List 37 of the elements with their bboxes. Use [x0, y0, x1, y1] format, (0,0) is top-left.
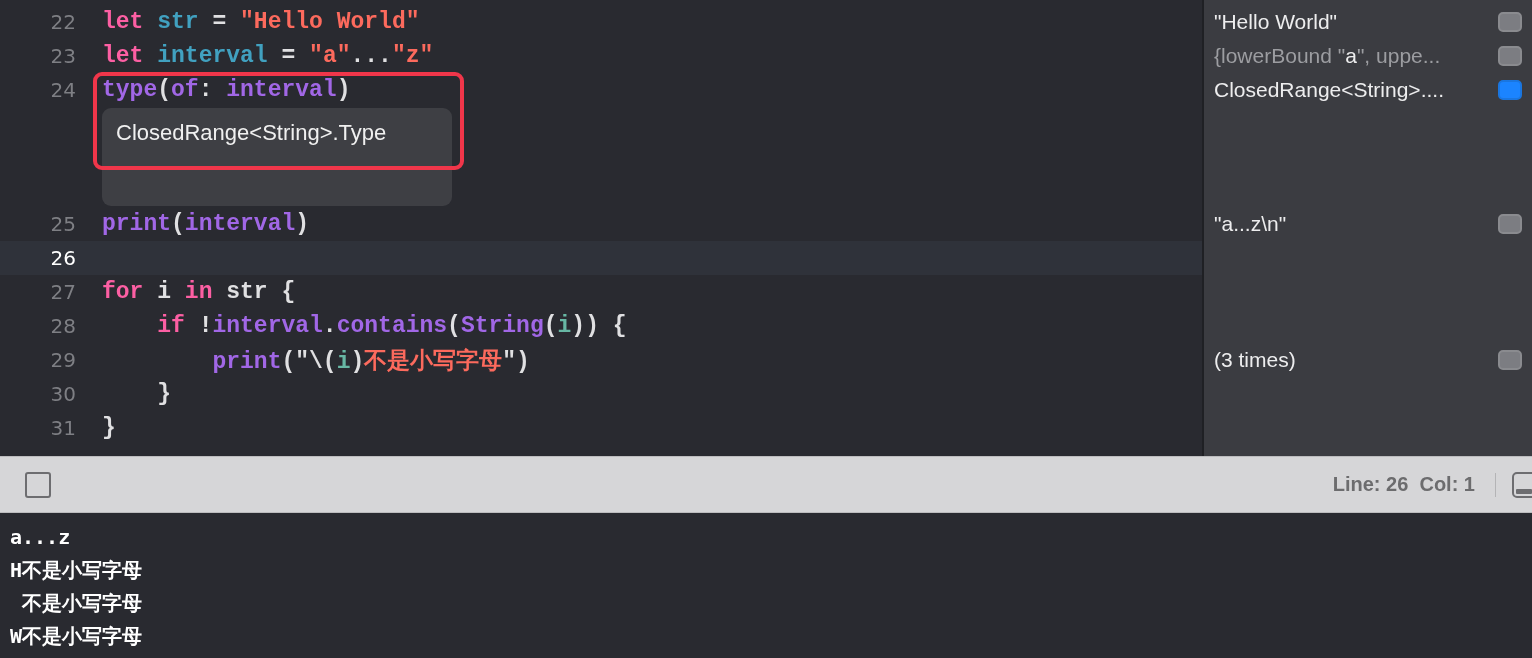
- code-line: for i in str {: [102, 279, 296, 305]
- code-line: type(of: interval): [102, 77, 351, 103]
- line-number: 25: [49, 212, 77, 236]
- result-value: ClosedRange<String>....: [1214, 78, 1445, 102]
- line-number: 28: [49, 314, 77, 338]
- code-line: }: [156, 381, 171, 407]
- line-number: 27: [49, 280, 77, 304]
- cursor-position: Line: 26 Col: 1: [1332, 473, 1475, 496]
- line-number: 23: [49, 44, 77, 68]
- console-output-line: H不是小写字母: [10, 557, 144, 584]
- type-popup: ClosedRange<String>.Type: [102, 108, 452, 206]
- code-line: }: [102, 415, 116, 441]
- result-value: "a...z\n": [1214, 212, 1288, 236]
- result-toggle[interactable]: [1498, 214, 1522, 234]
- code-line: let interval = "a"..."z": [102, 43, 434, 69]
- panel-icon[interactable]: [1512, 471, 1532, 498]
- line-number: 31: [49, 416, 77, 440]
- square-icon[interactable]: [25, 471, 51, 498]
- line-number: 29: [49, 348, 77, 372]
- result-value: (3 times): [1214, 348, 1297, 372]
- result-value: "Hello World": [1214, 10, 1339, 34]
- code-line: print("\(i)不是小写字母"): [211, 347, 530, 376]
- console-output-line: 不是小写字母: [20, 590, 144, 617]
- console-output-line: W不是小写字母: [10, 623, 144, 650]
- result-toggle[interactable]: [1498, 12, 1522, 32]
- result-toggle[interactable]: [1498, 350, 1522, 370]
- line-number: 22: [49, 10, 77, 34]
- line-number: 24: [49, 78, 77, 102]
- code-line: print(interval): [102, 211, 310, 237]
- code-line: let str = "Hello World": [102, 9, 420, 35]
- result-toggle[interactable]: [1498, 46, 1522, 66]
- console-output-line: a...z: [10, 524, 72, 551]
- line-number: 26: [49, 246, 77, 270]
- line-number: 30: [49, 382, 77, 406]
- code-line: if !interval.contains(String(i)) {: [156, 313, 627, 339]
- result-value: {lowerBound "a", uppe...: [1214, 44, 1442, 68]
- result-toggle[interactable]: [1498, 80, 1522, 100]
